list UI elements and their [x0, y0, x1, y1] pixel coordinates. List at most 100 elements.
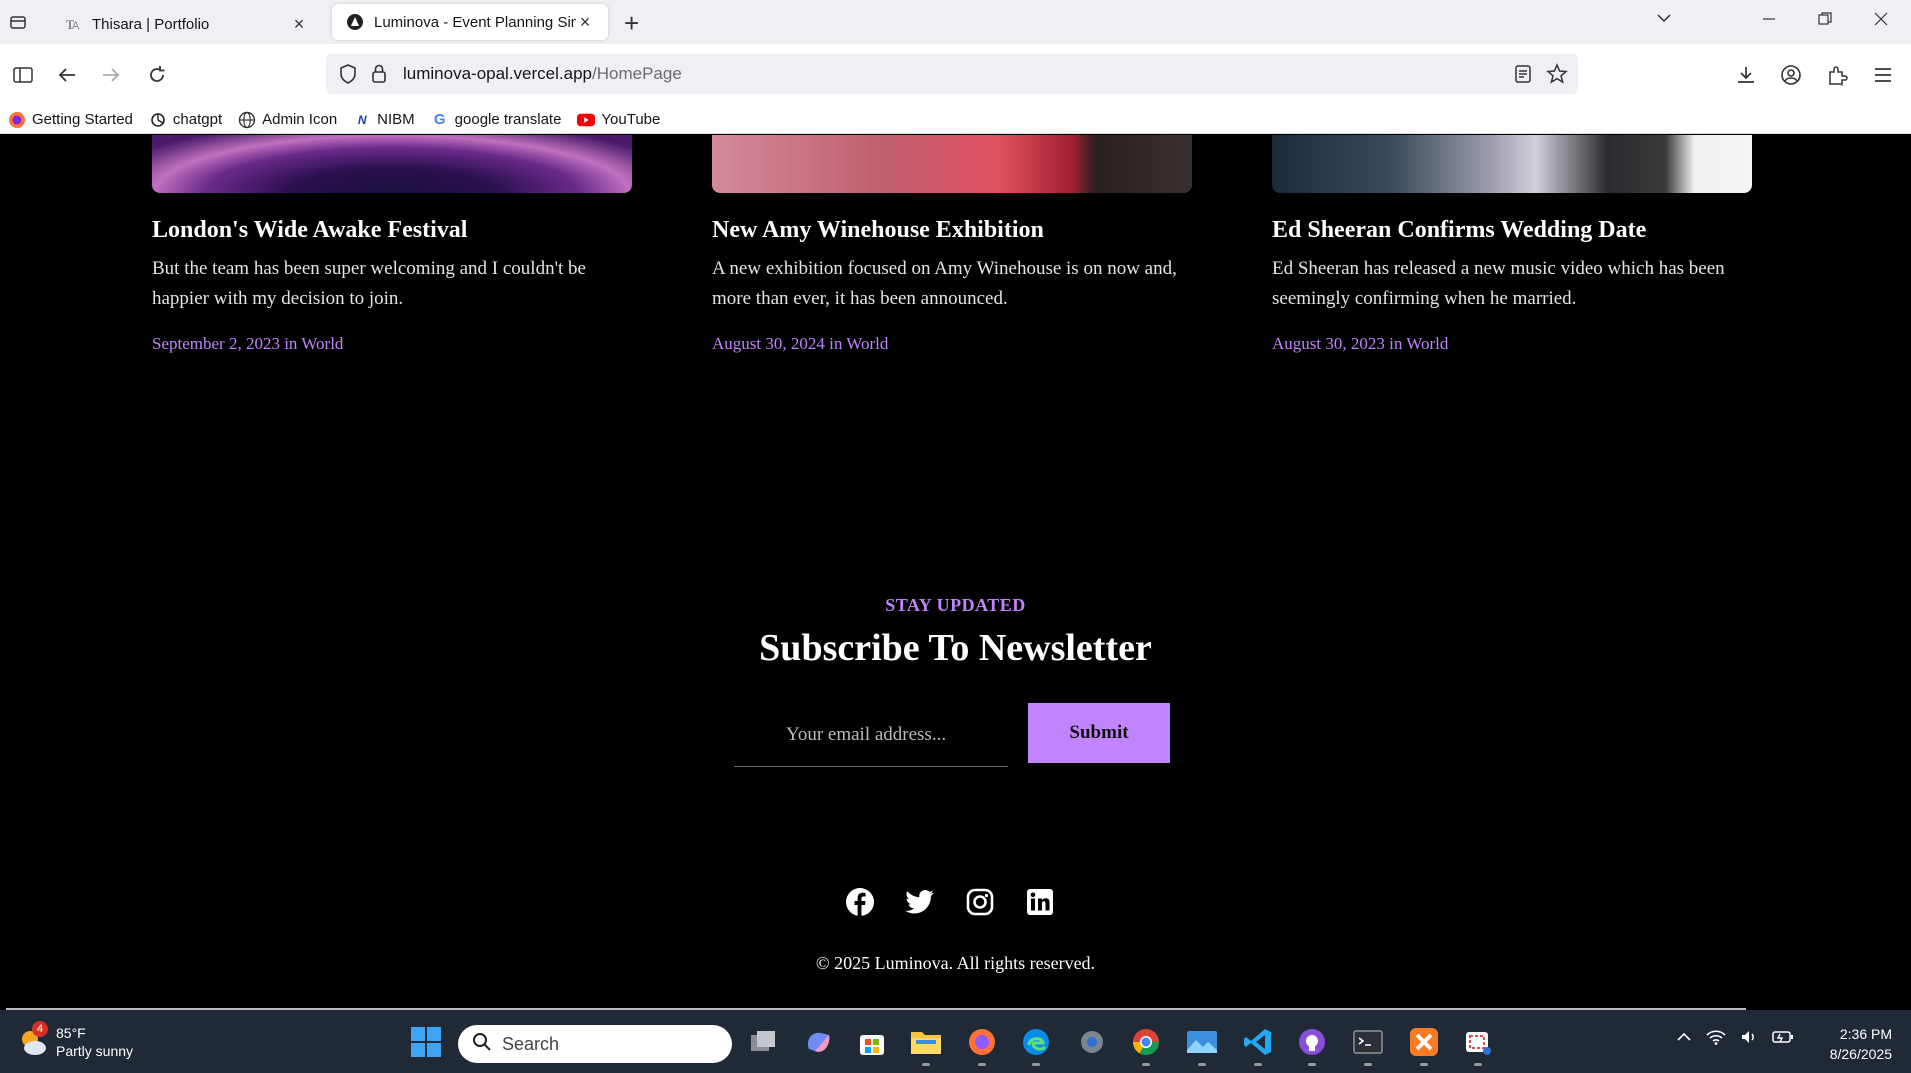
- bookmark-star-icon[interactable]: [1546, 63, 1568, 90]
- article-excerpt: A new exhibition focused on Amy Winehous…: [712, 258, 1177, 309]
- xampp-icon[interactable]: [1408, 1026, 1440, 1066]
- article-title[interactable]: Ed Sheeran Confirms Wedding Date: [1272, 217, 1752, 244]
- bookmark-label: chatgpt: [172, 111, 223, 128]
- volume-icon[interactable]: [1740, 1028, 1758, 1051]
- firefox-taskbar-icon[interactable]: [966, 1026, 998, 1066]
- windows-taskbar: 4 85°F Partly sunny Search 2:36 PM 8/26/…: [0, 1010, 1911, 1073]
- wifi-icon[interactable]: [1706, 1028, 1726, 1051]
- article-image[interactable]: [712, 135, 1192, 193]
- article-meta[interactable]: August 30, 2023 in World: [1272, 334, 1752, 354]
- account-icon[interactable]: [1776, 60, 1806, 90]
- svg-text:A: A: [72, 20, 80, 32]
- copyright-text: © 2025 Luminova. All rights reserved.: [815, 953, 1096, 973]
- clock-time: 2:36 PM: [1839, 1026, 1892, 1042]
- social-links: [845, 887, 1055, 917]
- app-menu-icon[interactable]: [1868, 60, 1898, 90]
- chrome-icon[interactable]: [1130, 1026, 1162, 1066]
- bookmark-getting-started[interactable]: Getting Started: [8, 111, 133, 129]
- bookmark-label: NIBM: [377, 111, 415, 128]
- github-desktop-icon[interactable]: [1296, 1026, 1328, 1066]
- openai-icon: [149, 111, 167, 129]
- tracking-shield-icon[interactable]: [338, 63, 358, 90]
- google-icon: G: [433, 111, 446, 128]
- weather-desc: Partly sunny: [56, 1043, 134, 1059]
- start-button[interactable]: [410, 1026, 442, 1058]
- show-hidden-icons-chevron-icon[interactable]: [1676, 1029, 1692, 1050]
- article-card[interactable]: London's Wide Awake Festival But the tea…: [152, 135, 632, 354]
- url-path: /HomePage: [592, 64, 682, 83]
- article-image[interactable]: [1272, 135, 1752, 193]
- newsletter-eyebrow: STAY UPDATED: [885, 595, 1026, 615]
- bookmarks-toolbar: Getting Started chatgpt Admin Icon N NIB…: [0, 106, 1911, 134]
- newsletter-form: Submit: [734, 703, 1170, 767]
- page-content: London's Wide Awake Festival But the tea…: [0, 135, 1911, 1010]
- task-view-icon[interactable]: [748, 1026, 780, 1058]
- article-image[interactable]: [152, 135, 632, 193]
- battery-icon[interactable]: [1772, 1029, 1794, 1050]
- close-window-icon[interactable]: [1874, 10, 1888, 31]
- tab-overflow-chevron-icon[interactable]: [1656, 10, 1672, 31]
- linkedin-icon[interactable]: [1025, 887, 1055, 917]
- downloads-icon[interactable]: [1731, 60, 1761, 90]
- photos-icon[interactable]: [1186, 1026, 1218, 1066]
- submit-button[interactable]: Submit: [1028, 703, 1170, 763]
- bookmark-google-translate[interactable]: G google translate: [431, 111, 562, 129]
- article-meta[interactable]: September 2, 2023 in World: [152, 334, 632, 354]
- firefox-icon: [8, 111, 26, 129]
- settings-gear-icon[interactable]: [1076, 1026, 1108, 1058]
- new-tab-button[interactable]: +: [624, 8, 639, 39]
- snipping-tool-icon[interactable]: [1462, 1026, 1494, 1066]
- extensions-icon[interactable]: [1822, 60, 1852, 90]
- browser-toolbar: luminova-opal.vercel.app/HomePage: [0, 44, 1911, 106]
- facebook-icon[interactable]: [845, 887, 875, 917]
- restore-icon[interactable]: [1818, 10, 1832, 31]
- article-card[interactable]: New Amy Winehouse Exhibition A new exhib…: [712, 135, 1192, 354]
- file-explorer-icon[interactable]: [910, 1026, 942, 1066]
- reader-view-icon[interactable]: [1514, 64, 1532, 89]
- bookmark-label: YouTube: [601, 111, 661, 128]
- article-title[interactable]: London's Wide Awake Festival: [152, 217, 632, 244]
- weather-widget[interactable]: 4 85°F Partly sunny: [16, 1021, 134, 1060]
- bookmark-youtube[interactable]: YouTube: [577, 111, 660, 129]
- vscode-icon[interactable]: [1242, 1026, 1274, 1066]
- edge-icon[interactable]: [1020, 1026, 1052, 1066]
- reload-icon[interactable]: [142, 60, 172, 90]
- article-meta[interactable]: August 30, 2024 in World: [712, 334, 1192, 354]
- article-title[interactable]: New Amy Winehouse Exhibition: [712, 217, 1192, 244]
- tab-title: Thisara | Portfolio: [92, 15, 210, 33]
- bookmark-chatgpt[interactable]: chatgpt: [149, 111, 222, 129]
- tab-list-icon[interactable]: [6, 10, 30, 34]
- close-tab-icon[interactable]: ×: [290, 14, 308, 35]
- terminal-icon[interactable]: [1352, 1026, 1384, 1066]
- article-excerpt: But the team has been super welcoming an…: [152, 258, 586, 309]
- weather-temp: 85°F: [56, 1025, 86, 1041]
- youtube-icon: [577, 111, 596, 129]
- search-icon: [472, 1032, 492, 1057]
- partly-sunny-icon: 4: [16, 1021, 50, 1059]
- search-label: Search: [502, 1033, 560, 1054]
- portfolio-favicon-icon: TA: [64, 15, 82, 33]
- microsoft-store-icon[interactable]: [856, 1026, 888, 1058]
- copilot-icon[interactable]: [802, 1026, 834, 1058]
- article-excerpt: Ed Sheeran has released a new music vide…: [1272, 258, 1725, 309]
- back-arrow-icon[interactable]: [52, 60, 82, 90]
- close-tab-icon[interactable]: ×: [576, 12, 594, 33]
- taskbar-search[interactable]: Search: [458, 1025, 732, 1063]
- article-card[interactable]: Ed Sheeran Confirms Wedding Date Ed Shee…: [1272, 135, 1752, 354]
- bookmark-admin-icon[interactable]: Admin Icon: [238, 111, 337, 129]
- lock-icon[interactable]: [370, 63, 388, 90]
- twitter-icon[interactable]: [905, 887, 935, 917]
- minimize-icon[interactable]: [1762, 10, 1776, 31]
- tab-luminova[interactable]: Luminova - Event Planning Simp ×: [332, 4, 608, 40]
- bookmark-nibm[interactable]: N NIBM: [353, 111, 415, 129]
- email-input[interactable]: [734, 703, 1008, 767]
- sidebar-toggle-icon[interactable]: [8, 60, 38, 90]
- taskbar-clock[interactable]: 2:36 PM 8/26/2025: [1812, 1024, 1892, 1064]
- bookmark-label: google translate: [454, 111, 562, 128]
- tab-portfolio[interactable]: TA Thisara | Portfolio ×: [50, 4, 322, 44]
- forward-arrow-icon[interactable]: [96, 60, 126, 90]
- url-text: luminova-opal.vercel.app/HomePage: [403, 64, 682, 84]
- clock-date: 8/26/2025: [1829, 1046, 1892, 1062]
- address-bar[interactable]: luminova-opal.vercel.app/HomePage: [326, 54, 1578, 94]
- instagram-icon[interactable]: [965, 887, 995, 917]
